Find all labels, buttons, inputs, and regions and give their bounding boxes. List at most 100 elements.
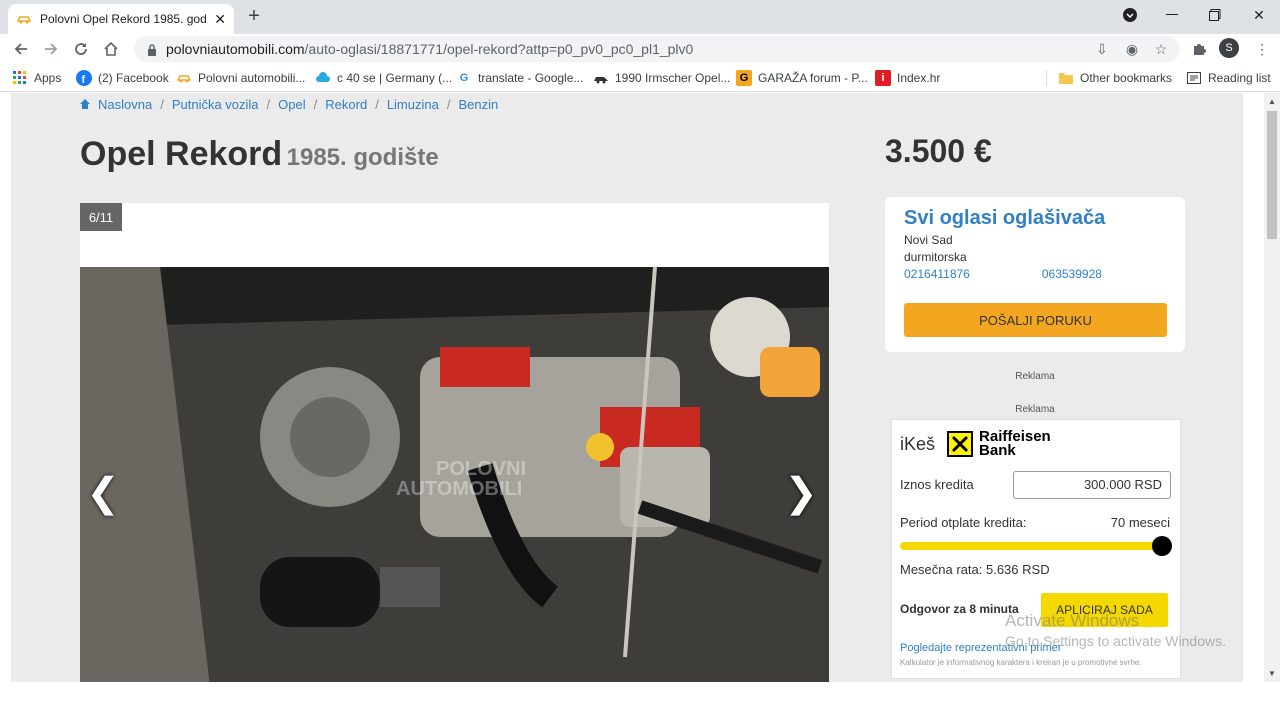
breadcrumb-link[interactable]: Rekord [325, 97, 367, 112]
tab-close-icon[interactable]: ✕ [214, 11, 226, 28]
breadcrumb-link[interactable]: Opel [278, 97, 305, 112]
monthly-payment: Mesečna rata: 5.636 RSD [900, 562, 1050, 577]
facebook-icon: f [76, 70, 92, 86]
loan-amount-input[interactable]: 300.000 RSD [1013, 471, 1171, 499]
profile-avatar[interactable]: S [1219, 38, 1239, 58]
url-host: polovniautomobili.com [166, 41, 305, 57]
send-message-button[interactable]: POŠALJI PORUKU [904, 303, 1167, 337]
seller-city: Novi Sad [904, 233, 953, 247]
reading-list-icon [1186, 70, 1202, 86]
watermark-line: AUTOMOBILI [396, 478, 523, 500]
back-arrow-icon[interactable] [10, 38, 32, 60]
bookmark-irmscher[interactable]: 1990 Irmscher Opel... [593, 70, 730, 86]
page-scrollbar[interactable]: ▲ ▼ [1264, 93, 1280, 682]
url-path: /auto-oglasi/18871771/opel-rekord?attp=p… [304, 41, 694, 57]
page-viewport: Naslovna / Putnička vozila / Opel / Reko… [0, 93, 1264, 682]
breadcrumb-separator: / [446, 97, 451, 112]
g-logo-icon: G [736, 70, 752, 86]
scroll-up-arrow-icon[interactable]: ▲ [1268, 97, 1276, 106]
reload-icon[interactable] [70, 38, 92, 60]
bookmark-c40[interactable]: c 40 se | Germany (... [315, 70, 452, 86]
browser-toolbar: polovniautomobili.com /auto-oglasi/18871… [0, 34, 1280, 64]
close-window-icon[interactable]: ✕ [1239, 0, 1279, 30]
phone-link[interactable]: 0216411876 [904, 267, 970, 281]
loan-disclaimer: Kalkulator je informativnog karaktera i … [900, 658, 1142, 667]
home-icon[interactable] [100, 38, 122, 60]
breadcrumb-separator: / [313, 97, 318, 112]
lock-icon [146, 43, 158, 56]
tab-title: Polovni Opel Rekord 1985. god. P [40, 12, 209, 26]
bookmark-index[interactable]: i Index.hr [875, 70, 940, 86]
reading-list[interactable]: Reading list [1186, 70, 1271, 86]
bookmark-label: Index.hr [897, 71, 941, 85]
phone-link[interactable]: 063539928 [1042, 267, 1102, 281]
other-bookmarks[interactable]: Other bookmarks [1058, 70, 1172, 86]
breadcrumb-link[interactable]: Limuzina [387, 97, 439, 112]
engine-photo[interactable]: POLOVNI AUTOMOBILI ❮ ❯ [80, 267, 829, 682]
bank-name-line: Bank [979, 442, 1016, 459]
seller-phones: 0216411876 063539928 [904, 267, 1166, 281]
breadcrumb-link[interactable]: Benzin [458, 97, 498, 112]
loan-brand: iKeš Raiffeisen Bank [900, 429, 1051, 459]
bookmark-label: Polovni automobili... [198, 71, 306, 85]
next-photo-chevron-icon[interactable]: ❯ [784, 471, 818, 515]
bookmark-label: Apps [34, 71, 62, 85]
home-breadcrumb-icon [80, 97, 90, 112]
extensions-puzzle-icon[interactable] [1189, 39, 1209, 59]
breadcrumb-link[interactable]: Naslovna [98, 97, 152, 112]
folder-icon [1058, 70, 1074, 86]
activate-windows-subtitle: Go to Settings to activate Windows. [1005, 633, 1226, 649]
ad-label: Reklama [1015, 404, 1055, 415]
tab-search-icon[interactable] [1110, 0, 1150, 30]
seller-street: durmitorska [904, 250, 967, 264]
bookmark-label: GARAŽA forum - P... [758, 71, 868, 85]
browser-tab[interactable]: Polovni Opel Rekord 1985. god. P ✕ [8, 4, 234, 34]
new-tab-button[interactable]: + [244, 6, 264, 26]
index-icon: i [875, 70, 891, 86]
maximize-icon[interactable] [1195, 0, 1235, 30]
bookmark-label: c 40 se | Germany (... [337, 71, 453, 85]
bookmark-label: translate - Google... [478, 71, 584, 85]
reading-list-label: Reading list [1208, 71, 1271, 85]
minimize-icon[interactable] [1152, 0, 1192, 30]
photo-counter: 6/11 [80, 203, 122, 231]
page-title: Opel Rekord 1985. godište [80, 135, 439, 174]
period-slider-thumb[interactable] [1152, 536, 1172, 556]
ad-label: Reklama [1015, 371, 1055, 382]
seller-all-ads-link[interactable]: Svi oglasi oglašivača [904, 207, 1166, 230]
amount-label: Iznos kredita [900, 477, 974, 492]
bookmarks-separator [1046, 70, 1047, 86]
apps-grid-icon [12, 70, 28, 86]
photo-watermark: POLOVNI AUTOMOBILI [396, 459, 526, 499]
breadcrumb: Naslovna / Putnička vozila / Opel / Reko… [80, 97, 498, 112]
forward-arrow-icon[interactable] [40, 38, 62, 60]
other-bookmarks-label: Other bookmarks [1080, 71, 1173, 85]
bookmarks-bar: Apps f (2) Facebook Polovni automobili..… [0, 64, 1280, 92]
breadcrumb-link[interactable]: Putnička vozila [172, 97, 259, 112]
taskbar-gap [0, 682, 1280, 709]
address-bar[interactable]: polovniautomobili.com /auto-oglasi/18871… [134, 36, 1180, 62]
install-app-icon[interactable]: ⇩ [1093, 40, 1111, 58]
tracking-eye-off-icon[interactable]: ◉ [1123, 40, 1141, 58]
period-value: 70 meseci [1110, 515, 1170, 530]
breadcrumb-separator: / [160, 97, 164, 112]
bookmark-polovni[interactable]: Polovni automobili... [176, 70, 305, 86]
scrollbar-thumb[interactable] [1267, 111, 1277, 239]
scroll-down-arrow-icon[interactable]: ▼ [1268, 669, 1276, 678]
bookmark-garaza[interactable]: G GARAŽA forum - P... [736, 70, 868, 86]
bookmark-facebook[interactable]: f (2) Facebook [76, 70, 169, 86]
bank-name: Raiffeisen Bank [979, 429, 1051, 459]
bookmark-apps[interactable]: Apps [12, 70, 61, 86]
bookmark-label: 1990 Irmscher Opel... [615, 71, 731, 85]
breadcrumb-separator: / [266, 97, 271, 112]
watermark-line: POLOVNI [436, 458, 527, 480]
previous-photo-chevron-icon[interactable]: ❮ [86, 471, 120, 515]
menu-kebab-icon[interactable]: ⋮ [1252, 39, 1272, 59]
bookmark-star-icon[interactable]: ☆ [1152, 40, 1170, 58]
activate-windows-watermark: Activate Windows Go to Settings to activ… [1005, 610, 1226, 652]
breadcrumb-separator: / [375, 97, 379, 112]
period-slider-track[interactable] [900, 542, 1162, 550]
svg-text:f: f [82, 74, 86, 86]
raiffeisen-logo-icon [947, 431, 974, 457]
bookmark-translate[interactable]: G translate - Google... [456, 70, 584, 86]
